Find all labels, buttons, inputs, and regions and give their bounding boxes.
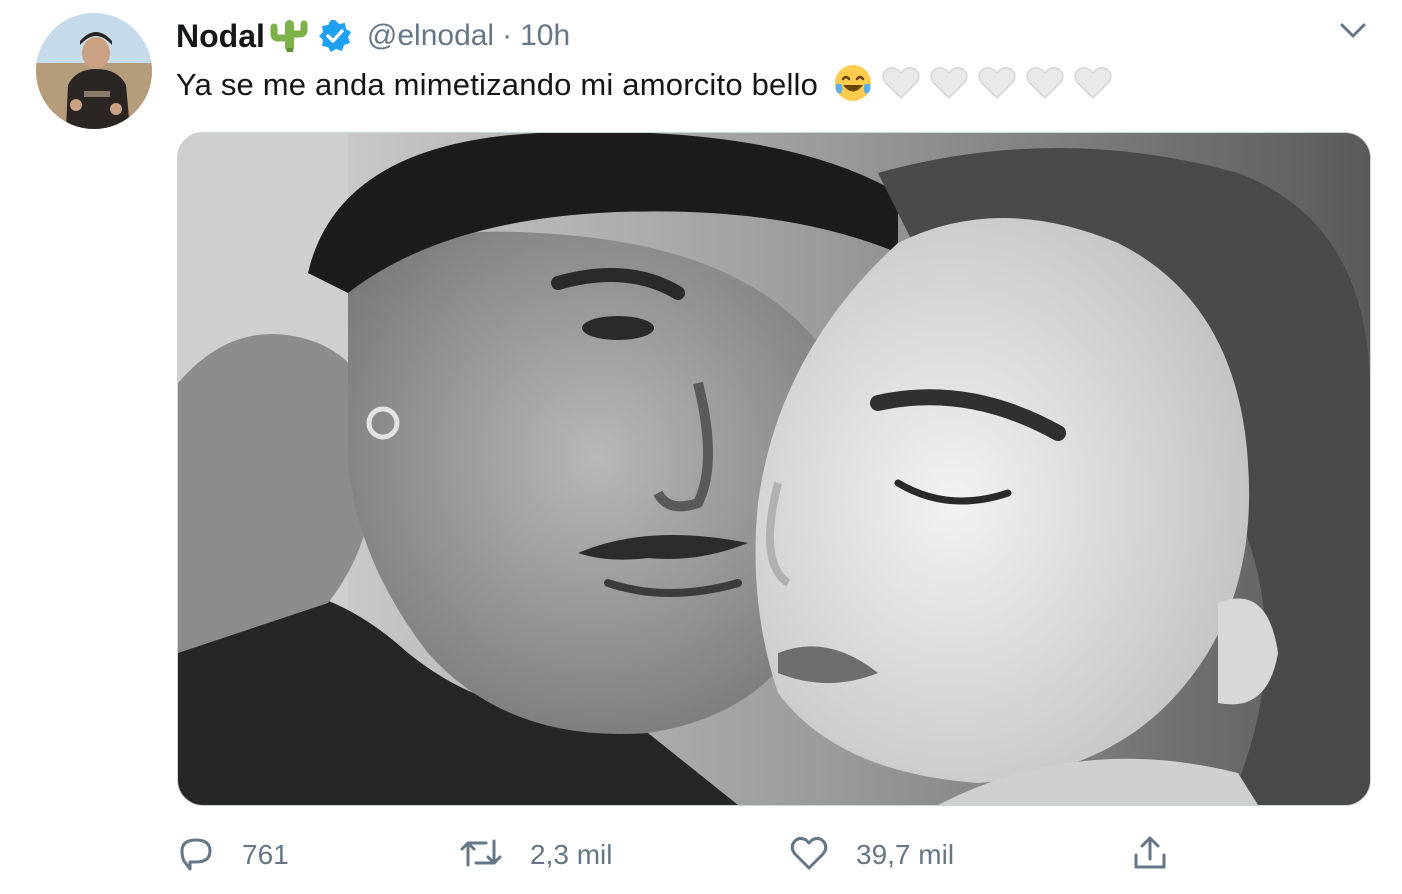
- share-icon: [1130, 833, 1170, 878]
- tweet-actions: 761 2,3 mil 39,7 mil: [176, 830, 1176, 880]
- white-heart-icon: [880, 62, 922, 109]
- reply-button[interactable]: 761: [176, 830, 289, 880]
- reply-count: 761: [242, 839, 289, 870]
- tweet-photo[interactable]: [177, 132, 1371, 806]
- avatar[interactable]: [36, 13, 152, 129]
- white-heart-icon: [1024, 62, 1066, 109]
- reply-icon: [176, 833, 216, 878]
- cactus-icon: [269, 16, 309, 56]
- like-button[interactable]: 39,7 mil: [788, 830, 954, 880]
- tweet-body: Ya se me anda mimetizando mi amorcito be…: [176, 62, 1114, 108]
- heart-icon: [788, 833, 830, 878]
- retweet-count: 2,3 mil: [530, 839, 613, 870]
- author-handle[interactable]: @elnodal: [367, 19, 494, 53]
- like-count: 39,7 mil: [856, 839, 955, 870]
- white-heart-icon: [928, 62, 970, 109]
- separator-dot: ·: [502, 19, 513, 52]
- retweet-button[interactable]: 2,3 mil: [458, 830, 612, 880]
- tweet-header: Nodal @elnodal · 10h: [176, 14, 570, 58]
- white-heart-icon: [1072, 62, 1114, 109]
- retweet-icon: [458, 833, 504, 878]
- white-heart-icon: [976, 62, 1018, 109]
- face-with-tears-of-joy-icon: [832, 62, 874, 109]
- chevron-down-icon[interactable]: [1336, 14, 1370, 48]
- emoji-row: [832, 62, 1114, 109]
- author-name[interactable]: Nodal: [176, 18, 265, 55]
- tweet-text: Ya se me anda mimetizando mi amorcito be…: [176, 67, 819, 102]
- tweet: Nodal @elnodal · 10h Ya se me anda mimet…: [0, 0, 1402, 894]
- tweet-timestamp[interactable]: 10h: [520, 19, 570, 53]
- share-button[interactable]: [1130, 830, 1170, 880]
- verified-badge-icon: [317, 18, 353, 54]
